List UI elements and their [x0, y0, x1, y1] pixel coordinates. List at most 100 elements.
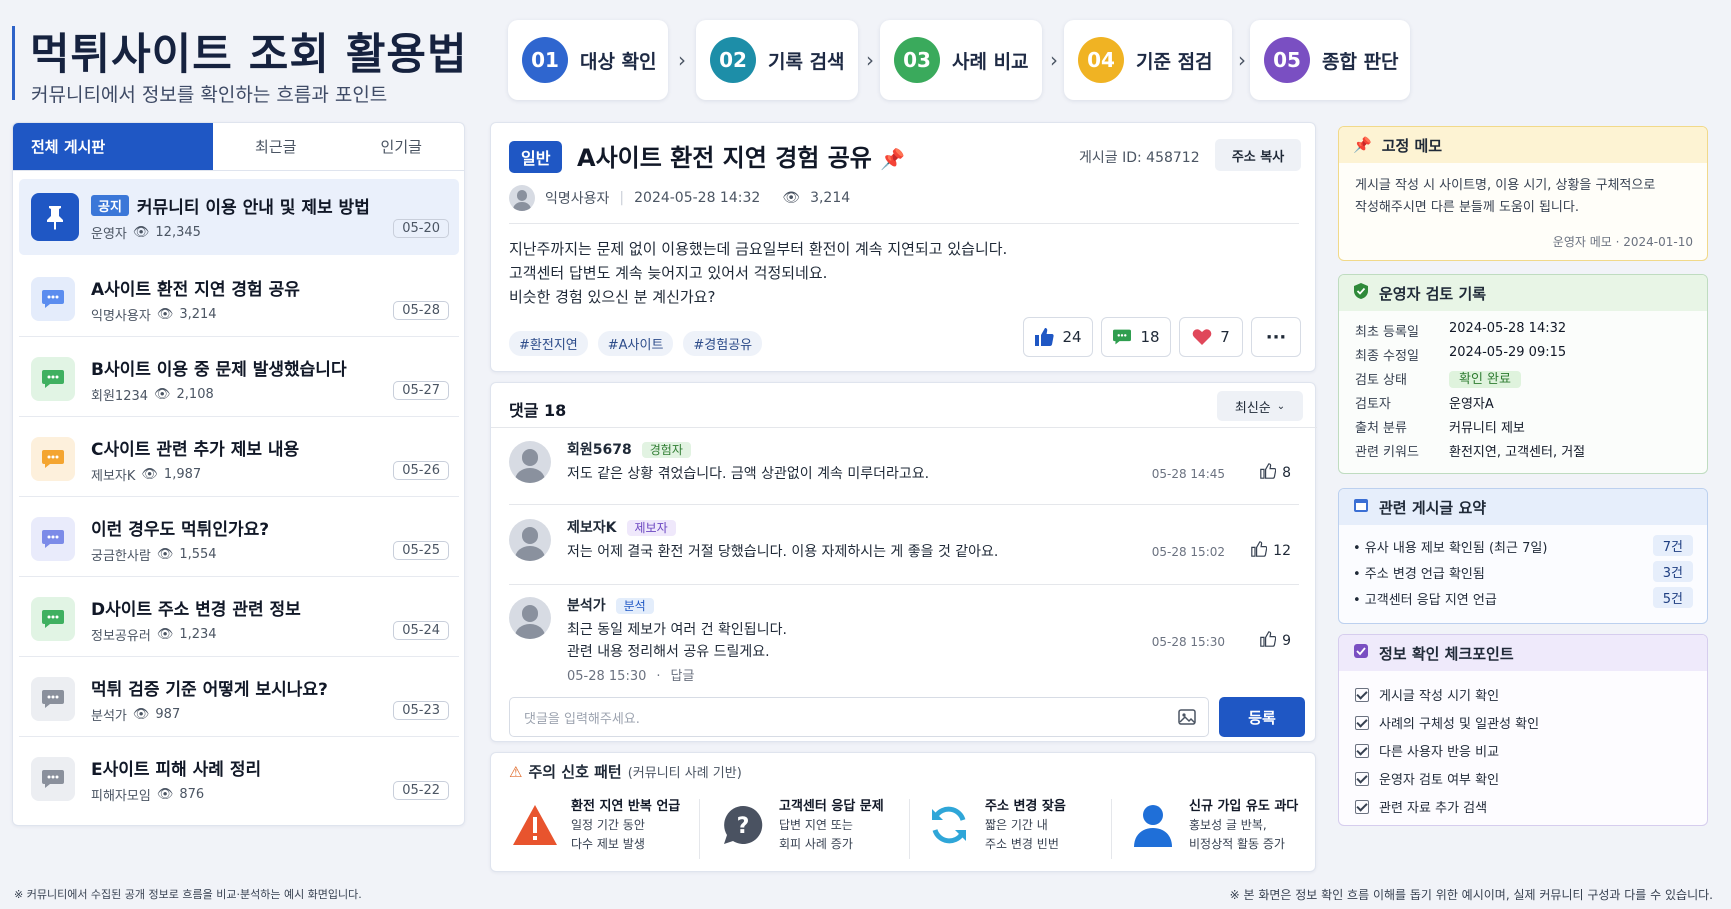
list-item[interactable]: C사이트 관련 추가 제보 내용 제보자K 👁 1,987 05-26 — [19, 421, 459, 497]
post-title: D사이트 주소 변경 관련 정보 — [91, 600, 301, 620]
step-number: 05 — [1264, 37, 1310, 83]
comment-author[interactable]: 제보자K — [567, 520, 617, 536]
comment-author[interactable]: 분석가 — [567, 598, 606, 614]
heart-button[interactable]: 7 — [1179, 317, 1243, 357]
tag[interactable]: #A사이트 — [597, 331, 674, 356]
heart-count: 7 — [1220, 328, 1230, 346]
checklist-item[interactable]: 게시글 작성 시기 확인 — [1355, 685, 1499, 704]
post-body-line: 지난주까지는 문제 없이 이용했는데 금요일부터 환전이 계속 지연되고 있습니… — [509, 240, 1008, 258]
checkbox-checked[interactable] — [1355, 715, 1369, 730]
chevron-right-icon: › — [1050, 48, 1058, 72]
like-button[interactable]: 24 — [1023, 317, 1093, 357]
eye-icon: 👁 — [156, 547, 174, 562]
related-header: 관련 게시글 요약 — [1339, 489, 1707, 525]
sort-dropdown[interactable]: 최신순 ⌄ — [1217, 391, 1303, 421]
post-views: 3,214 — [810, 190, 851, 206]
checkbox-checked[interactable] — [1355, 799, 1369, 814]
related-row[interactable]: • 주소 변경 언급 확인됨 3건 — [1353, 561, 1693, 582]
refresh-icon — [925, 801, 973, 849]
comment-input[interactable]: 댓글을 입력해주세요. — [509, 697, 1209, 737]
step-label: 기록 검색 — [768, 50, 845, 73]
review-header: 운영자 검토 기록 — [1339, 275, 1707, 311]
post-date: 05-28 — [393, 301, 449, 320]
warning-desc-line: 비정상적 활동 증가 — [1189, 837, 1285, 851]
thumbs-up-icon — [1251, 541, 1268, 561]
checklist-icon — [1353, 643, 1369, 663]
post-title: E사이트 피해 사례 정리 — [91, 760, 262, 780]
checklist-label: 다른 사용자 반응 비교 — [1379, 745, 1500, 760]
submit-comment-button[interactable]: 등록 — [1219, 697, 1305, 737]
step-5[interactable]: 05 종합 판단 — [1250, 20, 1410, 100]
warning-title: 주의 신호 패턴 — [528, 763, 622, 781]
tab-popular[interactable]: 인기글 — [339, 123, 465, 170]
list-item[interactable]: 먹튀 검증 기준 어떻게 보시나요? 분석가 👁 987 05-23 — [19, 661, 459, 737]
checkbox-checked[interactable] — [1355, 687, 1369, 702]
more-options-button[interactable]: ··· — [1251, 317, 1301, 357]
comment-text: 저도 같은 상황 겪었습니다. 금액 상관없이 계속 미루더라고요. — [567, 466, 930, 482]
page-title: 먹튀사이트 조회 활용법 — [30, 30, 468, 80]
comment-like-button[interactable]: 12 — [1251, 541, 1291, 561]
divider — [509, 223, 1299, 224]
post-author[interactable]: 익명사용자 — [545, 188, 609, 208]
chat-icon — [31, 597, 75, 641]
tag[interactable]: #경험공유 — [683, 331, 763, 356]
chat-icon — [1113, 329, 1132, 345]
step-4[interactable]: 04 기준 점검 — [1064, 20, 1232, 100]
comment-like-button[interactable]: 9 — [1260, 631, 1291, 651]
checklist-item[interactable]: 운영자 검토 여부 확인 — [1355, 769, 1499, 788]
warning-subtitle: (커뮤니티 사례 기반) — [627, 766, 742, 781]
post-title: 이런 경우도 먹튀인가요? — [91, 520, 270, 540]
comment-author[interactable]: 회원5678 — [567, 442, 632, 458]
post-author: 피해자모임 — [91, 789, 151, 804]
comment-time: 05-28 14:45 — [1151, 467, 1225, 481]
review-label: 검토 상태 — [1355, 373, 1407, 388]
tab-recent[interactable]: 최근글 — [213, 123, 339, 170]
checklist-item[interactable]: 다른 사용자 반응 비교 — [1355, 741, 1499, 760]
review-label: 관련 키워드 — [1355, 445, 1419, 460]
chat-icon — [31, 437, 75, 481]
list-item[interactable]: B사이트 이용 중 문제 발생했습니다 회원1234 👁 2,108 05-27 — [19, 341, 459, 417]
chat-icon — [31, 757, 75, 801]
eye-icon: 👁 — [156, 627, 174, 642]
shield-icon — [1353, 282, 1369, 304]
image-icon[interactable] — [1178, 708, 1196, 730]
list-item[interactable]: D사이트 주소 변경 관련 정보 정보공유러 👁 1,234 05-24 — [19, 581, 459, 657]
tag[interactable]: #환전지연 — [509, 331, 588, 356]
thumbs-up-icon — [1035, 328, 1055, 346]
related-row[interactable]: • 고객센터 응답 지연 언급 5건 — [1353, 587, 1693, 608]
post-title-text: A사이트 환전 지연 경험 공유 — [577, 144, 872, 172]
checklist-header: 정보 확인 체크포인트 — [1339, 635, 1707, 671]
list-item[interactable]: E사이트 피해 사례 정리 피해자모임 👁 876 05-22 — [19, 741, 459, 817]
warning-item-desc: 일정 기간 동안 다수 제보 발생 — [571, 816, 680, 854]
comment-like-button[interactable]: 8 — [1260, 463, 1291, 483]
warning-item-title: 환전 지연 반복 언급 — [571, 799, 681, 814]
reply-link[interactable]: 답글 — [671, 669, 695, 684]
related-label: • 고객센터 응답 지연 언급 — [1353, 593, 1497, 608]
like-count: 24 — [1062, 328, 1082, 346]
step-3[interactable]: 03 사례 비교 — [880, 20, 1042, 100]
post-title: A사이트 환전 지연 경험 공유 — [91, 280, 300, 300]
comment-count-button[interactable]: 18 — [1101, 317, 1171, 357]
checkbox-checked[interactable] — [1355, 743, 1369, 758]
related-count: 7건 — [1652, 535, 1693, 556]
chat-icon — [31, 277, 75, 321]
related-row[interactable]: • 유사 내용 제보 확인됨 (최근 7일) 7건 — [1353, 535, 1693, 556]
tab-all-board[interactable]: 전체 게시판 — [13, 123, 213, 170]
checklist-item[interactable]: 관련 자료 추가 검색 — [1355, 797, 1487, 816]
related-label: • 주소 변경 언급 확인됨 — [1353, 567, 1485, 582]
post-id: 게시글 ID: 458712 — [1079, 150, 1200, 166]
checkbox-checked[interactable] — [1355, 771, 1369, 786]
step-number: 04 — [1078, 37, 1124, 83]
copy-url-button[interactable]: 주소 복사 — [1215, 139, 1301, 171]
step-1[interactable]: 01 대상 확인 — [508, 20, 668, 100]
post-author: 제보자K — [91, 469, 136, 484]
list-item[interactable]: 이런 경우도 먹튀인가요? 궁금한사람 👁 1,554 05-25 — [19, 501, 459, 577]
checklist-item[interactable]: 사례의 구체성 및 일관성 확인 — [1355, 713, 1539, 732]
warning-item: 주소 변경 잦음 짧은 기간 내 주소 변경 빈번 — [911, 789, 1111, 867]
list-item[interactable]: A사이트 환전 지연 경험 공유 익명사용자 👁 3,214 05-28 — [19, 261, 459, 337]
pin-icon[interactable]: 📌 — [880, 147, 905, 171]
post-title: 먹튀 검증 기준 어떻게 보시나요? — [91, 680, 328, 700]
list-item-notice[interactable]: 공지 커뮤니티 이용 안내 및 제보 방법 운영자 👁 12,345 05-20 — [19, 179, 459, 255]
status-badge: 확인 완료 — [1449, 368, 1521, 388]
step-2[interactable]: 02 기록 검색 — [696, 20, 858, 100]
